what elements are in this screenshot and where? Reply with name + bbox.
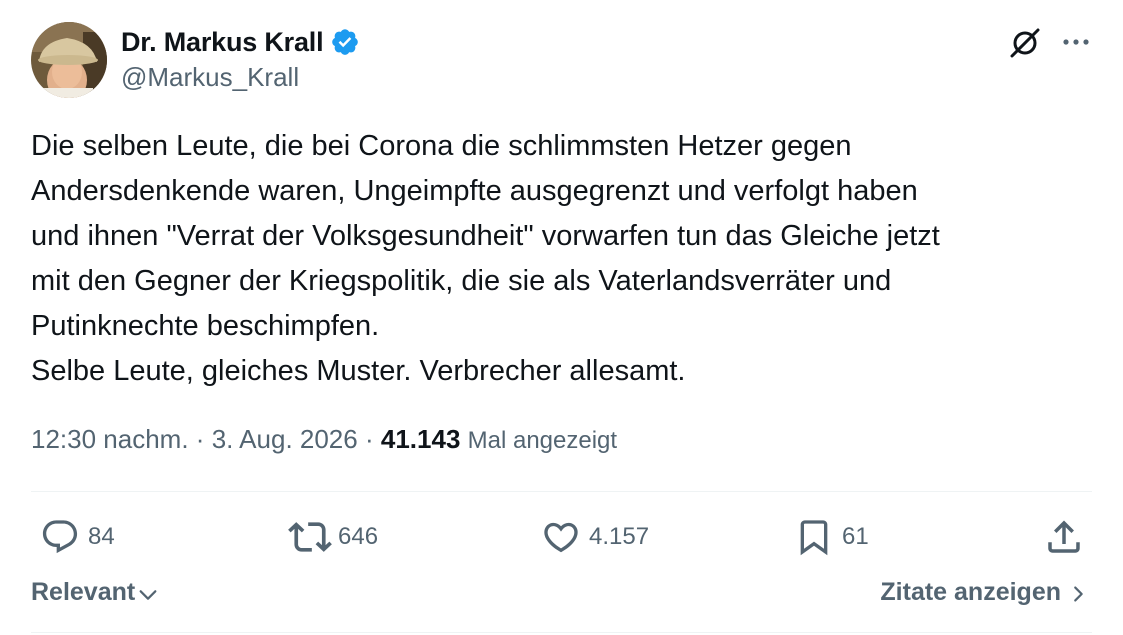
tweet-meta: 12:30 nachm. · 3. Aug. 2026 · 41.143 Mal… [31,424,617,455]
repost-count: 646 [338,523,379,550]
reply-button[interactable]: 84 [40,516,115,558]
author-name-row[interactable]: Dr. Markus Krall [121,24,360,60]
tweet-date[interactable]: 3. Aug. 2026 [212,424,358,454]
bookmark-count: 61 [842,523,869,550]
tweet-text: Die selben Leute, die bei Corona die sch… [31,130,940,387]
bookmark-icon [800,520,828,556]
verified-badge-icon[interactable] [330,27,360,57]
like-button[interactable]: 4.157 [541,516,649,558]
chevron-right-icon [1074,586,1083,602]
like-icon [544,522,578,553]
view-quotes-link[interactable]: Zitate anzeigen [880,578,1089,607]
meta-separator: · [364,424,374,454]
divider [31,632,1092,633]
repost-button[interactable]: 646 [288,516,378,558]
divider [31,491,1092,492]
meta-separator: · [195,424,205,454]
sort-label: Relevant [31,578,136,606]
tweet-card: Dr. Markus Krall @Markus_Krall Die selbe… [0,0,1123,635]
share-button[interactable] [1043,516,1085,558]
avatar[interactable] [31,22,107,98]
grok-icon[interactable] [1006,24,1044,62]
share-icon [1048,520,1080,553]
avatar-image [31,22,107,98]
bookmark-button[interactable]: 61 [794,516,869,558]
like-count: 4.157 [589,523,650,550]
sort-dropdown[interactable]: Relevant [31,578,159,607]
views-label: Mal angezeigt [467,427,618,454]
more-options-icon[interactable] [1058,24,1094,60]
quotes-label: Zitate anzeigen [880,578,1061,606]
reply-count: 84 [88,523,115,550]
chevron-down-icon [139,589,157,600]
author-handle[interactable]: @Markus_Krall [121,62,299,93]
views-count: 41.143 [380,424,461,454]
repost-icon [288,522,332,552]
reply-icon [42,520,78,554]
tweet-time[interactable]: 12:30 nachm. [31,424,189,454]
display-name[interactable]: Dr. Markus Krall [121,27,324,58]
